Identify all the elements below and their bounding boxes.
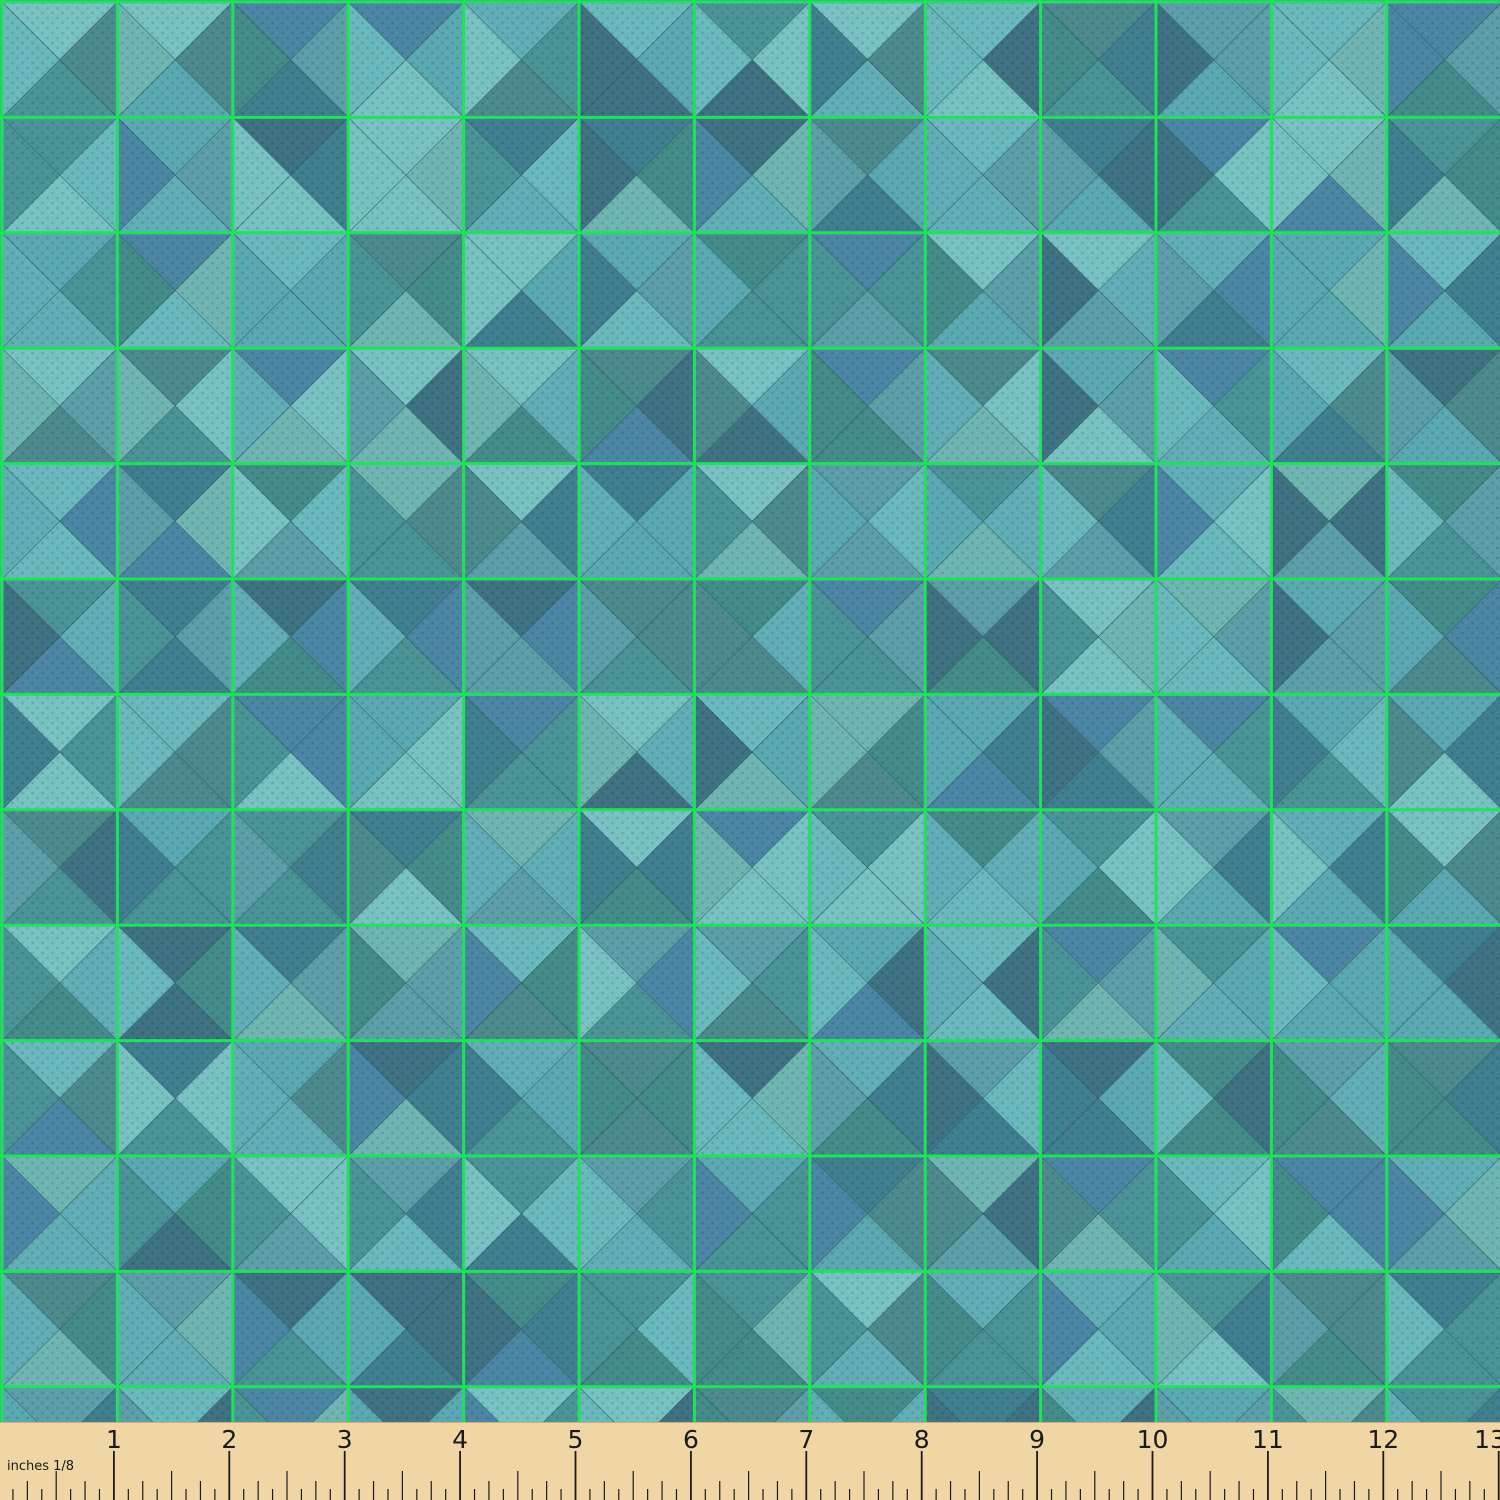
triangle-pattern	[0, 0, 1500, 1425]
fabric-swatch: inches 1/8 1 2 3 4 5 6 7 8 9 10 11 12 13	[0, 0, 1500, 1500]
ruler-number: 3	[336, 1425, 353, 1454]
ruler-number: 9	[1029, 1425, 1046, 1454]
ruler-number: 2	[221, 1425, 238, 1454]
ruler-units-label: inches 1/8	[7, 1459, 75, 1474]
ruler: inches 1/8 1 2 3 4 5 6 7 8 9 10 11 12 13	[0, 1422, 1500, 1500]
ruler-number: 4	[452, 1425, 469, 1454]
ruler-number: 5	[567, 1425, 584, 1454]
ruler-number: 10	[1136, 1425, 1169, 1454]
weave-texture	[0, 0, 1500, 1425]
ruler-number: 12	[1367, 1425, 1400, 1454]
ruler-number: 7	[798, 1425, 815, 1454]
ruler-number: 6	[682, 1425, 699, 1454]
ruler-number: 13	[1474, 1425, 1500, 1454]
ruler-number: 1	[105, 1425, 122, 1454]
ruler-number: 8	[913, 1425, 930, 1454]
ruler-number: 11	[1251, 1425, 1284, 1454]
